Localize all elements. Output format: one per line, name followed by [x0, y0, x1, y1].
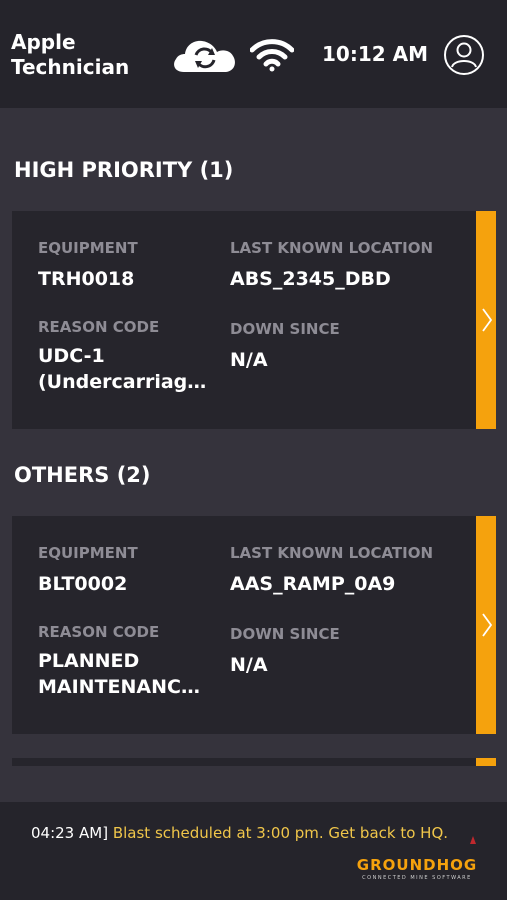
location-label: LAST KNOWN LOCATION	[230, 239, 434, 257]
equipment-card[interactable]: EQUIPMENT BLT0002 LAST KNOWN LOCATION AA…	[12, 516, 496, 734]
logo-text: GROUNDHOG	[356, 856, 478, 874]
chevron-right-icon[interactable]	[481, 307, 493, 333]
location-value: AAS_RAMP_0A9	[230, 573, 396, 595]
card-body[interactable]: EQUIPMENT BLT0002 LAST KNOWN LOCATION AA…	[12, 516, 476, 734]
groundhog-logo: GROUNDHOG CONNECTED MINE SOFTWARE	[353, 856, 481, 881]
equipment-value: BLT0002	[38, 573, 128, 595]
card-accent-partial	[476, 758, 496, 766]
reason-code-label: REASON CODE	[38, 623, 160, 641]
top-bar: Apple Technician 10:12 AM	[0, 0, 507, 108]
reason-code-value: PLANNED MAINTENANC…	[38, 650, 200, 698]
user-avatar-icon[interactable]	[443, 34, 485, 76]
clock: 10:12 AM	[322, 42, 429, 66]
footer-bar: 04:23 AM] Blast scheduled at 3:00 pm. Ge…	[0, 802, 507, 900]
down-since-value: N/A	[230, 349, 268, 371]
down-since-value: N/A	[230, 654, 268, 676]
location-value: ABS_2345_DBD	[230, 268, 391, 290]
card-body[interactable]: EQUIPMENT TRH0018 LAST KNOWN LOCATION AB…	[12, 211, 476, 429]
user-role-label: Apple Technician	[11, 30, 130, 79]
ticker-timestamp: 04:23 AM]	[31, 824, 109, 842]
notification-ticker[interactable]: 04:23 AM] Blast scheduled at 3:00 pm. Ge…	[31, 824, 448, 842]
alert-mark-icon	[470, 836, 476, 844]
equipment-card[interactable]: EQUIPMENT TRH0018 LAST KNOWN LOCATION AB…	[12, 211, 496, 429]
wifi-icon	[250, 39, 294, 72]
chevron-right-icon[interactable]	[481, 612, 493, 638]
logo-tagline: CONNECTED MINE SOFTWARE	[362, 875, 472, 881]
cloud-sync-icon[interactable]	[170, 36, 240, 76]
reason-code-value: UDC-1 (Undercarriag…	[38, 345, 207, 393]
equipment-value: TRH0018	[38, 268, 135, 290]
section-title-high-priority: HIGH PRIORITY (1)	[14, 158, 234, 182]
down-since-label: DOWN SINCE	[230, 320, 340, 338]
equipment-label: EQUIPMENT	[38, 239, 138, 257]
reason-code-label: REASON CODE	[38, 318, 160, 336]
equipment-label: EQUIPMENT	[38, 544, 138, 562]
equipment-card-partial[interactable]	[12, 758, 476, 766]
down-since-label: DOWN SINCE	[230, 625, 340, 643]
ticker-message: Blast scheduled at 3:00 pm. Get back to …	[108, 824, 449, 842]
location-label: LAST KNOWN LOCATION	[230, 544, 434, 562]
section-title-others: OTHERS (2)	[14, 463, 151, 487]
